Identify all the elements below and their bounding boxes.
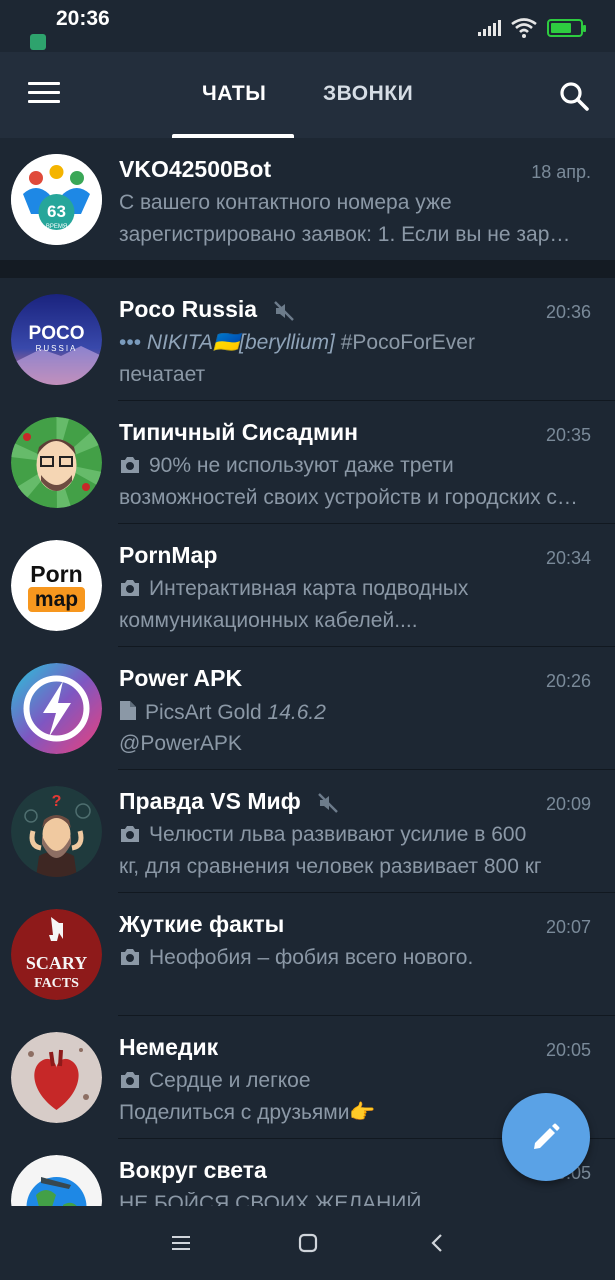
- preview-version: 14.6.2: [267, 701, 326, 724]
- chat-preview-line1: С вашего контактного номера уже: [119, 191, 452, 214]
- preview-text: Сердце и легкое: [149, 1069, 311, 1092]
- hamburger-icon[interactable]: [28, 82, 60, 106]
- status-time: 20:36: [56, 7, 110, 30]
- chat-preview-line1: 90% не используют даже трети: [119, 454, 581, 478]
- menu-icon[interactable]: [171, 1233, 191, 1253]
- chat-preview-line2: возможностей своих устройств и городских…: [119, 486, 581, 509]
- chat-name: Правда VS Миф: [119, 788, 301, 814]
- app-header: ЧАТЫ ЗВОНКИ: [0, 52, 615, 138]
- chat-preview-line2: коммуникационных кабелей....: [119, 609, 418, 632]
- svg-text:map: map: [35, 588, 78, 611]
- chat-time: 18 апр.: [531, 162, 591, 182]
- chat-preview-line2: зарегистрировано заявок: 1. Если вы не з…: [119, 223, 581, 246]
- chat-preview-line2: кг, для сравнения человек развивает 800 …: [119, 855, 542, 878]
- chat-time: 20:05: [545, 1040, 591, 1060]
- avatar: ?: [11, 786, 102, 877]
- chat-time: 20:26: [545, 671, 591, 691]
- chat-item[interactable]: SCARY FACTS Жуткие факты 20:07 Неофобия …: [0, 893, 615, 1016]
- chat-name: PornMap: [119, 542, 218, 568]
- avatar: POCO RUSSIA: [11, 294, 102, 385]
- chat-time: 20:36: [545, 302, 591, 322]
- camera-icon: [121, 457, 139, 473]
- tab-chats[interactable]: ЧАТЫ: [202, 82, 266, 106]
- muted-icon: [274, 301, 295, 321]
- svg-text:63: 63: [47, 202, 66, 221]
- chat-item[interactable]: POCO RUSSIA Poco Russia 20:36 ••• NIKITA…: [0, 278, 615, 401]
- chat-preview-line1: Интерактивная карта подводных: [119, 577, 581, 601]
- chat-time: 20:34: [545, 548, 591, 568]
- chat-time: 20:09: [545, 794, 591, 814]
- avatar: 63 ВРЕМЯ: [11, 154, 102, 245]
- app-notification-icon: [30, 34, 46, 50]
- pencil-icon: [534, 1123, 560, 1149]
- typing-user: NIKITA🇺🇦[beryllium]: [146, 331, 335, 354]
- chat-name: VKO42500Bot: [119, 156, 272, 182]
- wifi-icon: [511, 18, 537, 38]
- camera-icon: [121, 826, 139, 842]
- pinned-separator: [0, 260, 615, 278]
- svg-text:SCARY: SCARY: [26, 953, 87, 973]
- chat-preview-line1: Челюсти льва развивают усилие в 600: [119, 823, 581, 847]
- chat-preview-line2: печатает: [119, 363, 206, 386]
- preview-text: Неофобия – фобия всего нового.: [149, 946, 474, 969]
- chat-preview-line1: ••• NIKITA🇺🇦[beryllium] #PocoForEver: [119, 331, 581, 355]
- camera-icon: [121, 949, 139, 965]
- back-icon[interactable]: [428, 1233, 448, 1253]
- chat-preview-line2: @PowerAPK: [119, 732, 242, 755]
- document-icon: [120, 701, 136, 720]
- preview-text: PicsArt Gold: [145, 701, 268, 724]
- muted-icon: [318, 793, 339, 813]
- home-icon[interactable]: [298, 1233, 318, 1253]
- avatar: [11, 417, 102, 508]
- avatar: [11, 663, 102, 754]
- chat-time: 20:35: [545, 425, 591, 445]
- search-icon[interactable]: [558, 80, 590, 112]
- signal-icon: [478, 20, 501, 36]
- chat-name-row: Poco Russia: [119, 296, 295, 323]
- avatar: [11, 1155, 102, 1206]
- svg-text:FACTS: FACTS: [34, 976, 79, 991]
- new-message-button[interactable]: [502, 1093, 590, 1181]
- chat-item[interactable]: Типичный Сисадмин 20:35 90% не использую…: [0, 401, 615, 524]
- tab-calls[interactable]: ЗВОНКИ: [323, 82, 413, 106]
- chat-item[interactable]: Porn map PornMap 20:34 Интерактивная кар…: [0, 524, 615, 647]
- battery-icon: [547, 19, 586, 37]
- preview-text: Интерактивная карта подводных: [149, 577, 469, 600]
- svg-text:ВРЕМЯ: ВРЕМЯ: [46, 224, 67, 230]
- system-nav-bar: [0, 1206, 615, 1280]
- camera-icon: [121, 1072, 139, 1088]
- chat-preview-line1: Неофобия – фобия всего нового.: [119, 946, 581, 970]
- status-icons: [478, 16, 586, 40]
- chat-item[interactable]: ? Правда VS Миф 20:09 Челюсти льва разви…: [0, 770, 615, 893]
- avatar: [11, 1032, 102, 1123]
- avatar: Porn map: [11, 540, 102, 631]
- chat-list: 63 ВРЕМЯ VKO42500Bot 18 апр. С вашего ко…: [0, 138, 615, 1206]
- chat-name-row: Правда VS Миф: [119, 788, 339, 815]
- chat-preview-line1: НЕ БОЙСЯ СВОИХ ЖЕЛАНИЙ: [119, 1192, 422, 1206]
- svg-text:POCO: POCO: [29, 323, 85, 344]
- chat-time: 20:07: [545, 917, 591, 937]
- svg-text:Porn: Porn: [30, 561, 82, 587]
- chat-preview-line1: Сердце и легкое: [119, 1069, 581, 1093]
- status-bar: 20:36: [0, 0, 615, 52]
- chat-name: Power APK: [119, 665, 243, 691]
- chat-item[interactable]: Power APK 20:26 PicsArt Gold 14.6.2 @Pow…: [0, 647, 615, 770]
- preview-text: Челюсти льва развивают усилие в 600: [149, 823, 527, 846]
- chat-name: Немедик: [119, 1034, 219, 1060]
- camera-icon: [121, 580, 139, 596]
- chat-name: Poco Russia: [119, 296, 258, 322]
- chat-name: Вокруг света: [119, 1157, 267, 1183]
- chat-item[interactable]: 63 ВРЕМЯ VKO42500Bot 18 апр. С вашего ко…: [0, 138, 615, 260]
- preview-text: #PocoForEver: [334, 331, 475, 354]
- chat-preview-line1: PicsArt Gold 14.6.2: [119, 700, 581, 725]
- chat-name: Жуткие факты: [119, 911, 285, 937]
- svg-text:RUSSIA: RUSSIA: [36, 344, 78, 353]
- chat-name: Типичный Сисадмин: [119, 419, 359, 445]
- typing-dots: •••: [119, 331, 142, 354]
- avatar: SCARY FACTS: [11, 909, 102, 1000]
- svg-text:?: ?: [52, 793, 62, 810]
- preview-text: 90% не используют даже трети: [149, 454, 454, 477]
